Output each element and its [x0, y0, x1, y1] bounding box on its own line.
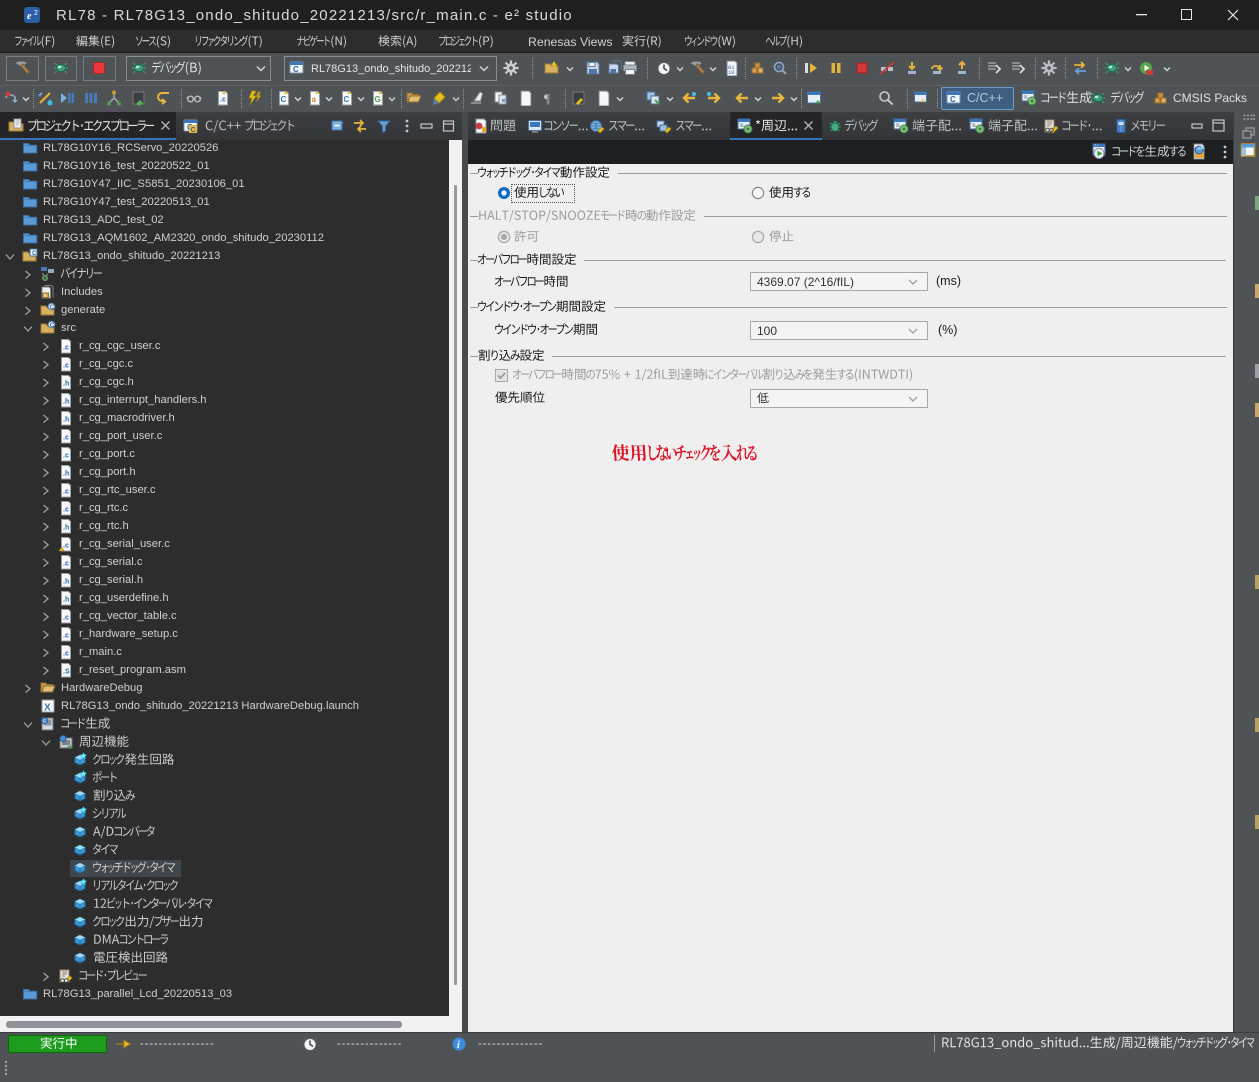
- svg-text:.c: .c: [63, 633, 69, 640]
- svg-text:a: a: [312, 95, 317, 104]
- svg-text:.h: .h: [63, 417, 69, 424]
- svg-text:i: i: [457, 1040, 460, 1051]
- svg-text:.c: .c: [63, 363, 69, 370]
- svg-text:G: G: [375, 95, 381, 104]
- svg-text:.h: .h: [63, 399, 69, 406]
- svg-text:.c: .c: [63, 489, 69, 496]
- svg-text:C: C: [50, 304, 55, 311]
- svg-text:.c: .c: [63, 651, 69, 658]
- svg-text:.h: .h: [63, 579, 69, 586]
- svg-text:C: C: [293, 65, 299, 74]
- svg-text:.c: .c: [63, 345, 69, 352]
- svg-text:.c: .c: [63, 435, 69, 442]
- svg-text:C: C: [281, 95, 287, 104]
- svg-text:.c: .c: [63, 615, 69, 622]
- svg-text:.h: .h: [63, 525, 69, 532]
- svg-text:.S: .S: [63, 669, 70, 676]
- svg-text:e: e: [27, 11, 32, 22]
- svg-text:.c: .c: [63, 507, 69, 514]
- svg-text:C: C: [950, 95, 956, 104]
- svg-text:.c: .c: [63, 561, 69, 568]
- svg-text:¶: ¶: [544, 91, 550, 106]
- svg-text:.h: .h: [63, 381, 69, 388]
- svg-text:.h: .h: [63, 597, 69, 604]
- svg-text:.h: .h: [63, 471, 69, 478]
- svg-text:.c: .c: [63, 543, 69, 550]
- svg-text:C: C: [191, 127, 196, 134]
- svg-text:.c: .c: [220, 97, 226, 104]
- svg-text:.c: .c: [63, 453, 69, 460]
- svg-text:C: C: [32, 251, 37, 257]
- svg-text:h: h: [44, 293, 47, 298]
- svg-text:2: 2: [34, 10, 38, 17]
- svg-text:10: 10: [728, 69, 735, 76]
- svg-text:X: X: [44, 703, 51, 714]
- svg-text:C: C: [50, 322, 55, 329]
- svg-text:C: C: [344, 95, 350, 104]
